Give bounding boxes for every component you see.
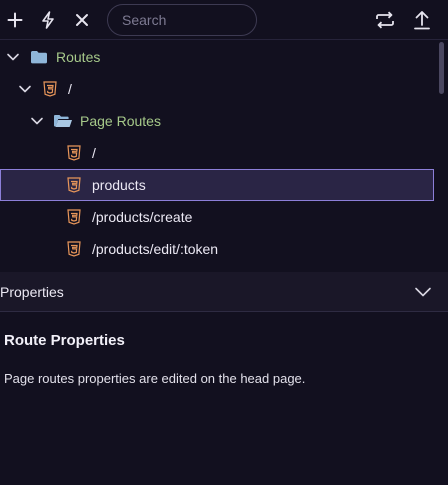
tree-scrollbar[interactable]: [439, 42, 444, 94]
folder-icon: [30, 49, 47, 65]
upload-button[interactable]: [410, 8, 434, 32]
chevron-down-icon[interactable]: [6, 50, 20, 64]
chevron-down-icon[interactable]: [30, 114, 44, 128]
html5-icon: [66, 177, 82, 193]
search-input[interactable]: [107, 4, 257, 36]
upload-icon: [413, 10, 431, 30]
properties-title: Properties: [0, 284, 64, 300]
tree-item-routes[interactable]: Routes: [0, 41, 448, 73]
tree-item-label: Page Routes: [80, 113, 161, 129]
html5-icon: [66, 145, 82, 161]
tree-item-root-page[interactable]: /: [0, 73, 448, 105]
lightning-icon: [40, 11, 56, 29]
tree-item-label: Routes: [56, 49, 101, 65]
tree-item-route[interactable]: /products/create: [0, 201, 448, 233]
tree-item-label: /: [92, 145, 96, 161]
tree-item-label: products: [92, 177, 146, 193]
html5-icon: [66, 241, 82, 257]
toolbar: [0, 0, 448, 40]
html5-icon: [66, 209, 82, 225]
close-icon: [75, 13, 89, 27]
plus-icon: [7, 12, 23, 28]
html5-icon: [42, 81, 58, 97]
route-tree: Routes / Page Routes / products /product…: [0, 40, 448, 268]
tree-item-route-selected[interactable]: products: [0, 169, 434, 201]
close-button[interactable]: [70, 8, 94, 32]
repeat-icon: [374, 11, 396, 29]
sync-button[interactable]: [373, 8, 397, 32]
tree-item-route[interactable]: /products/edit/:token: [0, 233, 448, 265]
chevron-down-icon[interactable]: [18, 82, 32, 96]
action-button[interactable]: [36, 8, 60, 32]
tree-item-page-routes[interactable]: Page Routes: [0, 105, 448, 137]
tree-item-label: /products/edit/:token: [92, 241, 219, 257]
properties-header[interactable]: Properties: [0, 272, 448, 312]
properties-panel: Route Properties Page routes properties …: [0, 312, 448, 485]
section-heading: Route Properties: [4, 332, 125, 349]
tree-item-label: /: [68, 81, 72, 97]
add-button[interactable]: [3, 8, 27, 32]
tree-item-route[interactable]: /: [0, 137, 448, 169]
tree-item-label: /products/create: [92, 209, 193, 225]
properties-description: Page routes properties are edited on the…: [4, 371, 306, 386]
folder-open-icon: [53, 113, 72, 129]
chevron-down-icon[interactable]: [414, 284, 432, 305]
